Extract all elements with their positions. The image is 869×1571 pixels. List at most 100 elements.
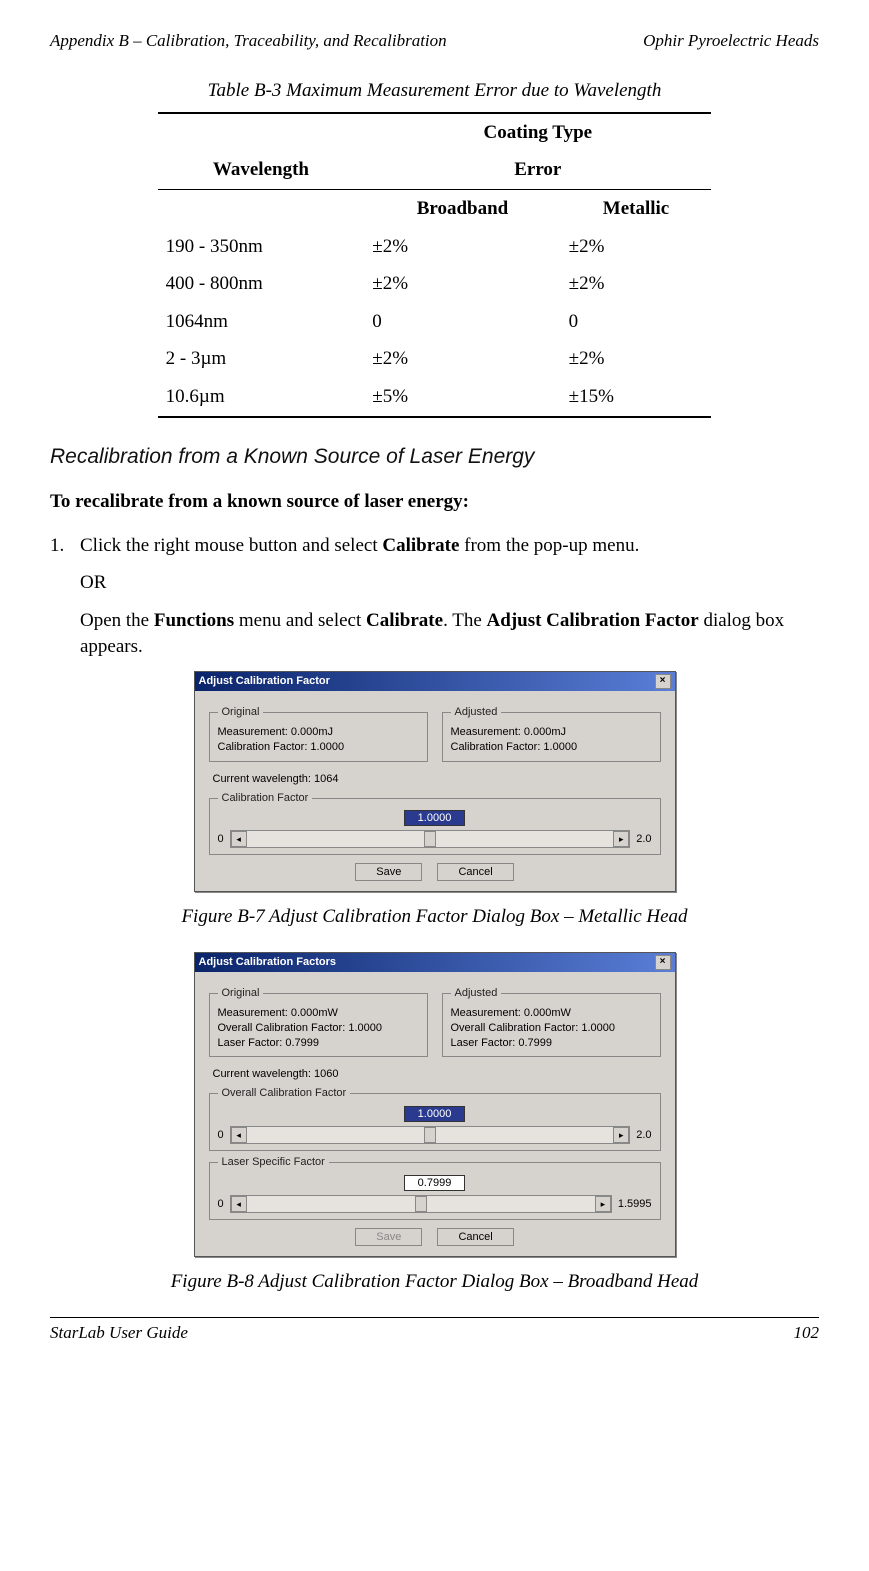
cell: ±2%	[364, 340, 560, 378]
bold-text: Calibrate	[366, 610, 443, 631]
adjusted-cal-factor: Calibration Factor: 1.0000	[451, 740, 652, 755]
laser-factor-legend: Laser Specific Factor	[218, 1155, 329, 1170]
adjusted-legend: Adjusted	[451, 986, 502, 1001]
calibration-factor-slider[interactable]: ◂ ▸	[230, 830, 631, 848]
original-measurement: Measurement: 0.000mJ	[218, 725, 419, 740]
step-body: Click the right mouse button and select …	[80, 533, 819, 559]
table-row: 190 - 350nm ±2% ±2%	[158, 228, 712, 266]
original-group: Original Measurement: 0.000mW Overall Ca…	[209, 986, 428, 1057]
section-subtitle: Recalibration from a Known Source of Las…	[50, 443, 819, 471]
adjusted-laser-factor: Laser Factor: 0.7999	[451, 1036, 652, 1051]
adjusted-group: Adjusted Measurement: 0.000mJ Calibratio…	[442, 705, 661, 762]
save-button[interactable]: Save	[355, 1228, 422, 1246]
slider-min: 0	[218, 832, 224, 847]
bold-text: Adjust Calibration Factor	[487, 610, 699, 631]
current-wavelength: Current wavelength: 1064	[213, 772, 661, 787]
step-1: 1. Click the right mouse button and sele…	[50, 533, 819, 559]
arrow-right-icon[interactable]: ▸	[613, 831, 629, 847]
error-header: Error	[364, 151, 711, 189]
original-legend: Original	[218, 705, 264, 720]
table-row: 1064nm 0 0	[158, 303, 712, 341]
adjust-calibration-dialog-2: Adjust Calibration Factors × Original Me…	[194, 952, 676, 1257]
calibration-factor-group: Calibration Factor 0 ◂ ▸ 2.0	[209, 791, 661, 856]
laser-factor-input[interactable]	[404, 1175, 465, 1191]
adjusted-overall-factor: Overall Calibration Factor: 1.0000	[451, 1021, 652, 1036]
adjust-calibration-dialog-1: Adjust Calibration Factor × Original Mea…	[194, 671, 676, 892]
arrow-left-icon[interactable]: ◂	[231, 1196, 247, 1212]
arrow-left-icon[interactable]: ◂	[231, 831, 247, 847]
error-table: Coating Type Wavelength Error Broadband …	[158, 112, 712, 418]
slider-thumb[interactable]	[424, 831, 436, 847]
cell: ±2%	[364, 228, 560, 266]
header-right: Ophir Pyroelectric Heads	[643, 30, 819, 53]
cancel-button[interactable]: Cancel	[437, 1228, 513, 1246]
cell: 0	[364, 303, 560, 341]
cancel-button[interactable]: Cancel	[437, 863, 513, 881]
original-measurement: Measurement: 0.000mW	[218, 1006, 419, 1021]
current-wavelength: Current wavelength: 1060	[213, 1067, 661, 1082]
original-laser-factor: Laser Factor: 0.7999	[218, 1036, 419, 1051]
dialog-title-bar: Adjust Calibration Factor ×	[195, 672, 675, 691]
coating-type-header: Coating Type	[364, 113, 711, 152]
arrow-left-icon[interactable]: ◂	[231, 1127, 247, 1143]
figure-b7-caption: Figure B-7 Adjust Calibration Factor Dia…	[50, 904, 819, 930]
dialog-title-bar: Adjust Calibration Factors ×	[195, 953, 675, 972]
slider-max: 2.0	[636, 1128, 651, 1143]
table-caption: Table B-3 Maximum Measurement Error due …	[50, 78, 819, 104]
footer-right: 102	[794, 1322, 820, 1345]
adjusted-group: Adjusted Measurement: 0.000mW Overall Ca…	[442, 986, 661, 1057]
bold-text: Functions	[154, 610, 234, 631]
page-footer: StarLab User Guide 102	[50, 1317, 819, 1345]
table-row: 400 - 800nm ±2% ±2%	[158, 265, 712, 303]
cell: ±2%	[561, 228, 712, 266]
paragraph: Open the Functions menu and select Calib…	[80, 608, 819, 659]
dialog-title-text: Adjust Calibration Factor	[199, 674, 330, 689]
overall-factor-slider[interactable]: ◂ ▸	[230, 1126, 631, 1144]
calibration-factor-input[interactable]	[404, 810, 465, 826]
cell: ±15%	[561, 378, 712, 417]
slider-thumb[interactable]	[415, 1196, 427, 1212]
cell: 2 - 3µm	[158, 340, 365, 378]
footer-left: StarLab User Guide	[50, 1322, 188, 1345]
figure-b8-caption: Figure B-8 Adjust Calibration Factor Dia…	[50, 1269, 819, 1295]
original-group: Original Measurement: 0.000mJ Calibratio…	[209, 705, 428, 762]
adjusted-legend: Adjusted	[451, 705, 502, 720]
close-icon[interactable]: ×	[655, 955, 671, 970]
table-row: 2 - 3µm ±2% ±2%	[158, 340, 712, 378]
step-number: 1.	[50, 533, 70, 559]
slider-thumb[interactable]	[424, 1127, 436, 1143]
text: Open the	[80, 610, 154, 631]
slider-min: 0	[218, 1128, 224, 1143]
cell: 400 - 800nm	[158, 265, 365, 303]
text: Click the right mouse button and select	[80, 535, 382, 556]
laser-factor-group: Laser Specific Factor 0 ◂ ▸ 1.5995	[209, 1155, 661, 1220]
slider-min: 0	[218, 1197, 224, 1212]
arrow-right-icon[interactable]: ▸	[613, 1127, 629, 1143]
adjusted-measurement: Measurement: 0.000mW	[451, 1006, 652, 1021]
calibration-factor-legend: Calibration Factor	[218, 791, 313, 806]
laser-factor-slider[interactable]: ◂ ▸	[230, 1195, 612, 1213]
arrow-right-icon[interactable]: ▸	[595, 1196, 611, 1212]
adjusted-measurement: Measurement: 0.000mJ	[451, 725, 652, 740]
cell: ±2%	[561, 265, 712, 303]
section-intro: To recalibrate from a known source of la…	[50, 489, 819, 515]
page-header: Appendix B – Calibration, Traceability, …	[50, 30, 819, 53]
col-metallic: Metallic	[561, 189, 712, 227]
header-left: Appendix B – Calibration, Traceability, …	[50, 30, 447, 53]
slider-max: 2.0	[636, 832, 651, 847]
cell: ±2%	[364, 265, 560, 303]
overall-factor-group: Overall Calibration Factor 0 ◂ ▸ 2.0	[209, 1086, 661, 1151]
cell: 190 - 350nm	[158, 228, 365, 266]
cell: ±2%	[561, 340, 712, 378]
bold-text: Calibrate	[382, 535, 459, 556]
save-button[interactable]: Save	[355, 863, 422, 881]
original-legend: Original	[218, 986, 264, 1001]
close-icon[interactable]: ×	[655, 674, 671, 689]
cell: 0	[561, 303, 712, 341]
or-text: OR	[80, 570, 819, 596]
text: . The	[443, 610, 486, 631]
cell: 1064nm	[158, 303, 365, 341]
overall-factor-input[interactable]	[404, 1106, 465, 1122]
text: from the pop-up menu.	[459, 535, 639, 556]
original-cal-factor: Calibration Factor: 1.0000	[218, 740, 419, 755]
